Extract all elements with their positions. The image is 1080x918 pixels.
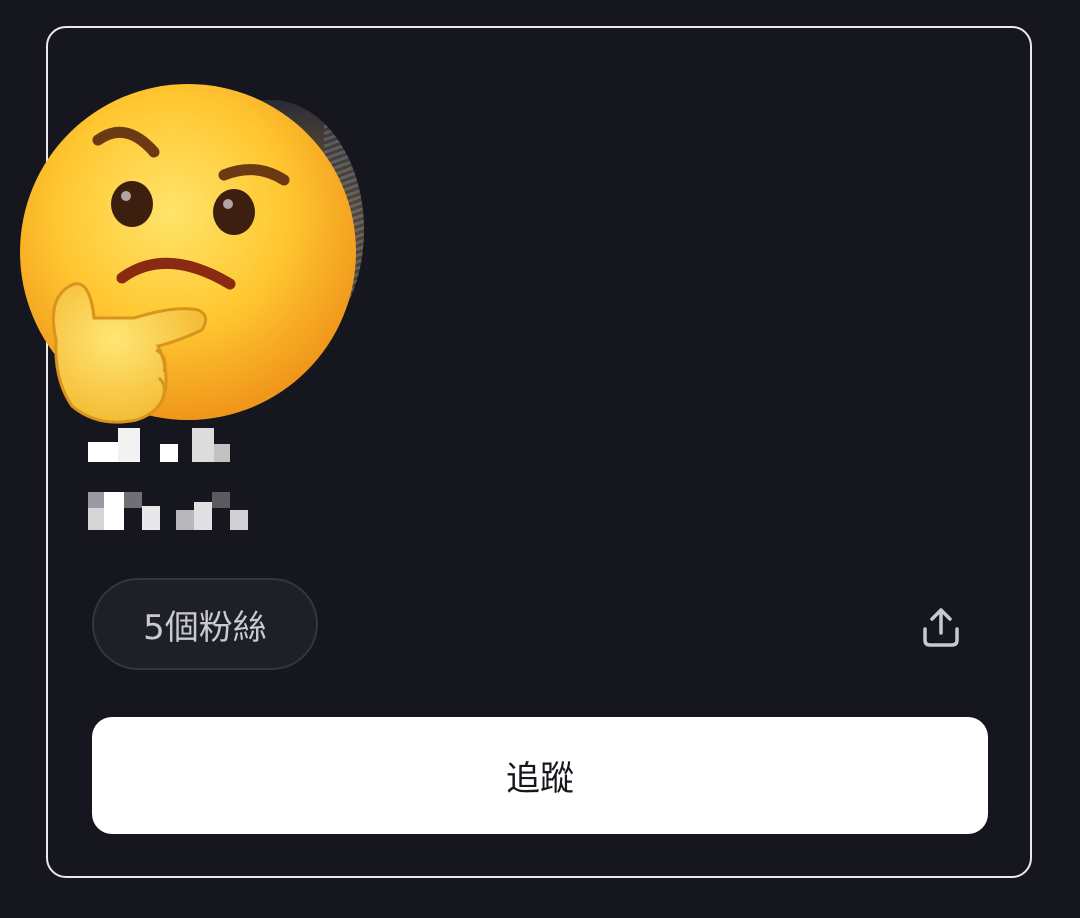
follow-button-label: 追蹤 xyxy=(506,759,574,799)
share-upload-icon xyxy=(923,608,959,647)
followers-count-pill[interactable]: 5個粉絲 xyxy=(92,578,318,670)
blurred-display-name xyxy=(88,428,238,468)
blurred-username xyxy=(88,492,258,532)
share-button[interactable] xyxy=(912,600,970,654)
follow-button[interactable]: 追蹤 xyxy=(92,717,988,834)
followers-count-label: 5個粉絲 xyxy=(143,607,267,648)
thinking-face-emoji xyxy=(20,84,356,424)
